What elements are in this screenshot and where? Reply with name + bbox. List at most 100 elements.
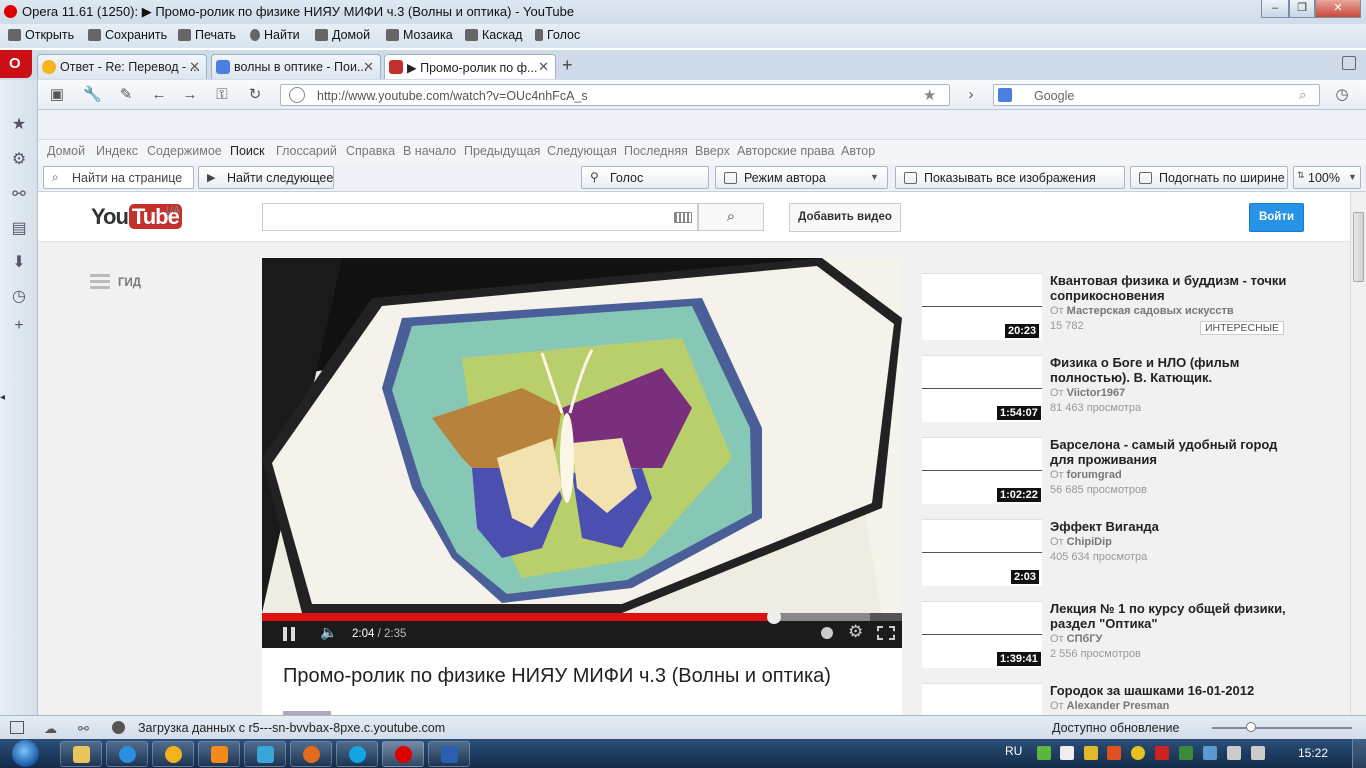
tray-icon-1[interactable] bbox=[1037, 746, 1051, 760]
youtube-search-input[interactable] bbox=[262, 203, 698, 231]
video-player[interactable] bbox=[262, 258, 902, 613]
tray-icon-7[interactable] bbox=[1179, 746, 1193, 760]
upload-button[interactable]: Добавить видео bbox=[789, 203, 901, 232]
reload-icon[interactable]: ↻ bbox=[246, 86, 264, 104]
downloads-icon[interactable]: ⬇ bbox=[10, 254, 28, 272]
nav-link-index[interactable]: Индекс bbox=[96, 144, 138, 158]
history-clock-icon[interactable]: ◷ bbox=[10, 288, 28, 306]
nav-link-next[interactable]: Следующая bbox=[547, 144, 617, 158]
signin-button[interactable]: Войти bbox=[1249, 203, 1304, 232]
bookmark-star-icon[interactable]: ★ bbox=[923, 86, 936, 104]
zoom-slider[interactable] bbox=[1212, 727, 1352, 729]
related-video-title[interactable]: Физика о Боге и НЛО (фильм полностью). В… bbox=[1050, 355, 1290, 385]
fit-width-button[interactable]: Подогнать по ширине bbox=[1130, 166, 1288, 189]
author-mode-select[interactable]: Режим автора ▼ bbox=[715, 166, 888, 189]
nav-link-first[interactable]: В начало bbox=[403, 144, 456, 158]
menu-mosaic[interactable]: Мозаика bbox=[386, 28, 453, 45]
tray-calendar-icon[interactable] bbox=[1060, 746, 1074, 760]
go-arrow-icon[interactable]: › bbox=[962, 86, 980, 104]
video-thumbnail[interactable] bbox=[922, 683, 1042, 715]
tab-forum[interactable]: Ответ - Re: Перевод - ... ✕ bbox=[37, 54, 207, 79]
show-images-button[interactable]: Показывать все изображения bbox=[895, 166, 1125, 189]
gear-icon[interactable]: ⚙ bbox=[10, 151, 28, 169]
tray-volume-icon[interactable] bbox=[1251, 746, 1265, 760]
related-video-item[interactable]: 1:54:07 Физика о Боге и НЛО (фильм полно… bbox=[922, 355, 1322, 425]
tab-stack-icon[interactable]: ▣ bbox=[48, 86, 66, 104]
show-desktop-button[interactable] bbox=[1352, 739, 1366, 768]
maximize-button[interactable]: ❐ bbox=[1289, 0, 1315, 18]
keyboard-icon[interactable] bbox=[674, 212, 692, 223]
speed-clock-icon[interactable]: ◷ bbox=[1333, 86, 1351, 104]
menu-save[interactable]: Сохранить bbox=[88, 28, 167, 45]
tray-shield-icon[interactable] bbox=[1155, 746, 1169, 760]
zoom-select[interactable]: ⇅ 100% ▼ bbox=[1293, 166, 1361, 189]
tray-icon-4[interactable] bbox=[1107, 746, 1121, 760]
menu-find[interactable]: Найти bbox=[250, 28, 300, 45]
nav-link-previous[interactable]: Предыдущая bbox=[464, 144, 540, 158]
find-on-page-input[interactable]: ⌕ Найти на странице bbox=[43, 166, 194, 189]
key-icon[interactable]: ⚿ bbox=[213, 86, 231, 104]
fullscreen-icon[interactable] bbox=[877, 626, 895, 640]
wrench-icon[interactable]: 🔧 bbox=[83, 86, 102, 104]
related-video-title[interactable]: Городок за шашками 16-01-2012 bbox=[1050, 683, 1290, 698]
voice-button[interactable]: ⚲ Голос bbox=[581, 166, 709, 189]
google-engine-icon[interactable] bbox=[998, 88, 1012, 102]
guide-button[interactable]: ГИД bbox=[90, 274, 141, 290]
taskbar-ie[interactable] bbox=[106, 741, 148, 767]
taskbar-vlc[interactable] bbox=[198, 741, 240, 767]
tab-google-search[interactable]: волны в оптике - Пои... ✕ bbox=[211, 54, 381, 79]
related-video-title[interactable]: Лекция № 1 по курсу общей физики, раздел… bbox=[1050, 601, 1290, 631]
nav-link-contents[interactable]: Содержимое bbox=[147, 144, 222, 158]
new-tab-button[interactable]: + bbox=[562, 55, 573, 76]
related-video-item[interactable]: 1:39:41 Лекция № 1 по курсу общей физики… bbox=[922, 601, 1322, 671]
menu-open[interactable]: Открыть bbox=[8, 28, 74, 45]
tray-icon-5[interactable] bbox=[1131, 746, 1145, 760]
related-video-title[interactable]: Барселона - самый удобный город для прож… bbox=[1050, 437, 1290, 467]
notes-icon[interactable]: ▤ bbox=[10, 220, 28, 238]
menu-cascade[interactable]: Каскад bbox=[465, 28, 522, 45]
related-video-item[interactable]: 20:23 Квантовая физика и буддизм - точки… bbox=[922, 273, 1322, 343]
taskbar-opera[interactable] bbox=[382, 741, 424, 767]
annotations-icon[interactable] bbox=[821, 627, 833, 639]
pen-icon[interactable]: ✎ bbox=[117, 86, 135, 104]
page-scrollbar[interactable] bbox=[1350, 192, 1366, 715]
zoom-slider-knob[interactable] bbox=[1246, 722, 1256, 732]
add-panel-icon[interactable]: + bbox=[10, 317, 28, 335]
scrollbar-thumb[interactable] bbox=[1353, 212, 1364, 282]
gear-icon[interactable]: ⚙ bbox=[848, 622, 863, 642]
address-field[interactable]: http://www.youtube.com/watch?v=OUc4nhFcA… bbox=[280, 84, 950, 106]
close-tab-icon[interactable]: ✕ bbox=[538, 59, 549, 75]
minimize-button[interactable]: – bbox=[1261, 0, 1289, 18]
taskbar-app[interactable] bbox=[152, 741, 194, 767]
related-video-title[interactable]: Эффект Виганда bbox=[1050, 519, 1290, 534]
tray-icon-3[interactable] bbox=[1084, 746, 1098, 760]
search-field[interactable]: Google ⌕ bbox=[993, 84, 1320, 106]
pause-icon[interactable] bbox=[283, 627, 295, 641]
taskbar-explorer[interactable] bbox=[60, 741, 102, 767]
update-available[interactable]: Доступно обновление bbox=[1052, 721, 1179, 735]
volume-icon[interactable]: 🔈 bbox=[320, 624, 337, 641]
related-video-item[interactable]: 1:02:22 Барселона - самый удобный город … bbox=[922, 437, 1322, 507]
tray-icon-8[interactable] bbox=[1203, 746, 1217, 760]
related-video-item[interactable]: 2:03 Эффект Виганда От ChipiDip 405 634 … bbox=[922, 519, 1322, 589]
forward-arrow-icon[interactable]: → bbox=[181, 86, 199, 104]
tray-network-icon[interactable] bbox=[1227, 746, 1241, 760]
bookmarks-star-icon[interactable]: ★ bbox=[10, 116, 28, 134]
nav-link-copyright[interactable]: Авторские права bbox=[737, 144, 834, 158]
nav-link-help[interactable]: Справка bbox=[346, 144, 395, 158]
menu-voice[interactable]: Голос bbox=[535, 28, 580, 45]
share-icon[interactable]: ⚯ bbox=[10, 186, 28, 204]
taskbar-kmplayer[interactable] bbox=[244, 741, 286, 767]
taskbar-skype[interactable] bbox=[336, 741, 378, 767]
close-window-button[interactable]: ✕ bbox=[1315, 0, 1361, 18]
back-arrow-icon[interactable]: ← bbox=[150, 86, 168, 104]
trash-icon[interactable] bbox=[1342, 56, 1356, 70]
nav-link-search[interactable]: Поиск bbox=[230, 144, 265, 158]
search-icon[interactable]: ⌕ bbox=[1299, 87, 1306, 103]
menu-print[interactable]: Печать bbox=[178, 28, 236, 45]
taskbar-word[interactable] bbox=[428, 741, 470, 767]
language-indicator[interactable]: RU bbox=[1005, 744, 1022, 758]
nav-link-author[interactable]: Автор bbox=[841, 144, 875, 158]
turbo-icon[interactable]: ⚯ bbox=[78, 721, 89, 737]
nav-link-up[interactable]: Вверх bbox=[695, 144, 730, 158]
